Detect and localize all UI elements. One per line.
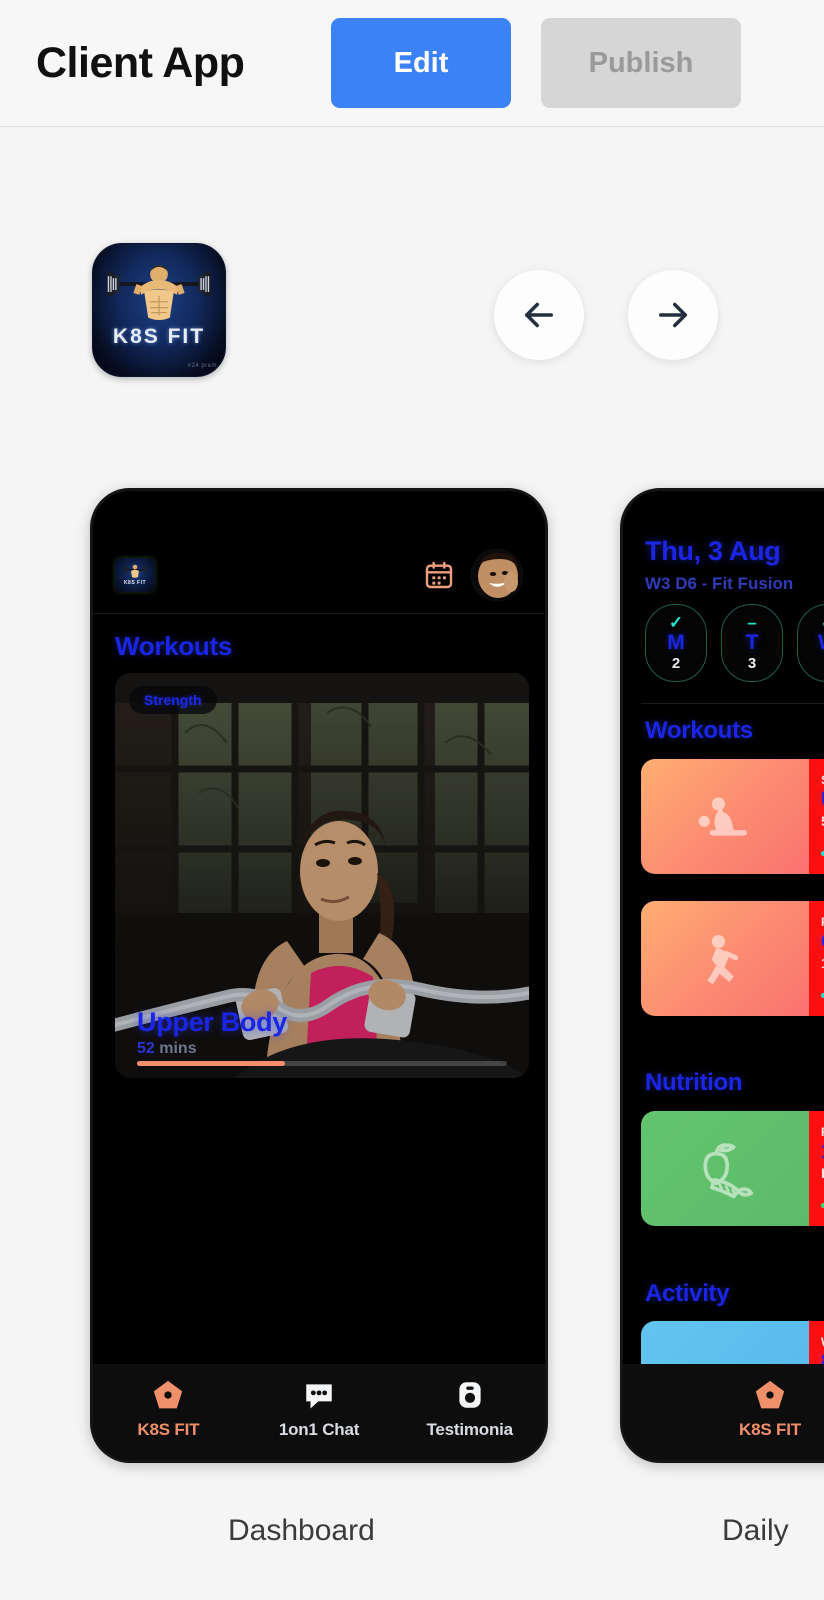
- app-icon-subtext: #24 prem: [187, 363, 217, 369]
- workout-badge: Strength: [129, 686, 217, 714]
- day-selector: ✓ M 2 – T 3 ✓ W 4: [645, 604, 824, 682]
- testimonial-icon: [459, 1382, 481, 1408]
- daily-section-activity: Activity: [645, 1280, 730, 1307]
- day-letter: W: [818, 631, 824, 654]
- chat-bubble-icon: [306, 1384, 332, 1409]
- bottom-tab-bar: K8S FIT 1on1 Chat Testimonia: [93, 1364, 545, 1460]
- home-icon: [755, 1380, 785, 1409]
- tile-details: Flexibility Core 15 mins: [809, 901, 824, 1016]
- tab-label-k8s-fit: K8S FIT: [137, 1420, 200, 1439]
- day-number: 2: [671, 654, 681, 672]
- workout-duration-unit: mins: [159, 1040, 197, 1057]
- daily-section-nutrition: Nutrition: [645, 1069, 743, 1096]
- app-logo-icon[interactable]: K8S FIT: [115, 557, 155, 592]
- app-logo-text: K8S FIT: [123, 579, 147, 586]
- arrow-left-icon: [525, 302, 553, 328]
- screen-caption-dashboard: Dashboard: [228, 1514, 375, 1547]
- daily-workout-tile-2[interactable]: Flexibility Core 15 mins: [641, 901, 824, 1016]
- calendar-icon[interactable]: [423, 559, 455, 591]
- dashboard-screen: K8S FIT Workouts Strength Upper Body 52 …: [93, 491, 545, 1460]
- lunge-icon: [707, 934, 739, 984]
- daily-screen: Thu, 3 Aug W3 D6 - Fit Fusion ✓ M 2 – T …: [623, 491, 824, 1460]
- bodybuilder-barbell-mini-icon: [124, 564, 146, 578]
- daily-section-workouts: Workouts: [645, 717, 753, 744]
- day-letter: T: [745, 631, 759, 655]
- tab-testimonials[interactable]: Testimonia: [394, 1378, 545, 1440]
- daily-workout-tile-1[interactable]: Strength Upper Body 52 mins: [641, 759, 824, 874]
- arrow-right-icon: [659, 302, 687, 328]
- tile-details: Protein 1800 kcal P 120g: [809, 1111, 824, 1226]
- tile-artwork: [641, 759, 809, 874]
- bodybuilder-barbell-icon: [106, 265, 212, 321]
- day-status-mark: ✓: [668, 613, 684, 633]
- tab-1on1-chat[interactable]: 1on1 Chat: [244, 1378, 395, 1440]
- apple-carrot-icon: [703, 1142, 754, 1198]
- day-pill-mon[interactable]: ✓ M 2: [645, 604, 707, 682]
- client-app-preview-page: Client App Edit Publish K8S FIT #24 prem…: [0, 0, 824, 1600]
- screen-caption-daily: Daily: [722, 1514, 789, 1547]
- home-icon: [154, 1380, 183, 1409]
- daily-date: Thu, 3 Aug: [645, 536, 781, 566]
- bottom-tab-bar: K8S FIT: [623, 1364, 824, 1460]
- section-title-workouts: Workouts: [115, 631, 233, 661]
- day-status-mark: –: [747, 613, 757, 633]
- page-title: Client App: [36, 38, 245, 87]
- workout-progress-track: [137, 1061, 507, 1066]
- top-toolbar: Client App Edit Publish: [0, 0, 824, 127]
- app-icon-brand-text: K8S FIT: [112, 325, 206, 348]
- phone-preview-daily[interactable]: Thu, 3 Aug W3 D6 - Fit Fusion ✓ M 2 – T …: [620, 488, 824, 1463]
- tab-label-testimonials: Testimonia: [426, 1420, 513, 1439]
- workout-card[interactable]: Strength Upper Body 52 mins: [115, 673, 529, 1078]
- next-screen-button[interactable]: [628, 270, 718, 360]
- previous-screen-button[interactable]: [494, 270, 584, 360]
- tab-label-k8s-fit: K8S FIT: [739, 1420, 801, 1439]
- tab-k8s-fit[interactable]: K8S FIT: [93, 1378, 244, 1440]
- phone-preview-dashboard[interactable]: K8S FIT Workouts Strength Upper Body 52 …: [90, 488, 548, 1463]
- workout-title: Upper Body: [137, 1007, 288, 1037]
- tab-k8s-fit[interactable]: K8S FIT: [623, 1378, 824, 1440]
- daily-divider: [641, 703, 824, 704]
- avatar[interactable]: [471, 548, 523, 601]
- tile-details: Strength Upper Body 52 mins: [809, 759, 824, 874]
- workout-duration: 52 mins: [137, 1040, 507, 1058]
- daily-plan-label: W3 D6 - Fit Fusion: [645, 574, 794, 593]
- dashboard-header: K8S FIT: [93, 536, 545, 614]
- pushup-icon: [698, 796, 747, 836]
- day-letter: M: [667, 631, 685, 655]
- avatar-photo: [471, 548, 523, 601]
- app-icon-thumbnail[interactable]: K8S FIT #24 prem: [92, 243, 226, 377]
- day-pill-wed[interactable]: ✓ W 4: [797, 604, 824, 682]
- workout-card-overlay: Upper Body 52 mins: [115, 1007, 529, 1078]
- workout-progress-fill: [137, 1061, 285, 1066]
- publish-button[interactable]: Publish: [541, 18, 741, 108]
- daily-nutrition-tile[interactable]: Protein 1800 kcal P 120g: [641, 1111, 824, 1226]
- tile-artwork: [641, 901, 809, 1016]
- day-pill-tue[interactable]: – T 3: [721, 604, 783, 682]
- day-number: 3: [747, 654, 757, 672]
- tab-label-1on1-chat: 1on1 Chat: [278, 1420, 360, 1439]
- edit-button[interactable]: Edit: [331, 18, 511, 108]
- workout-duration-value: 52: [137, 1040, 155, 1057]
- tile-artwork: [641, 1111, 809, 1226]
